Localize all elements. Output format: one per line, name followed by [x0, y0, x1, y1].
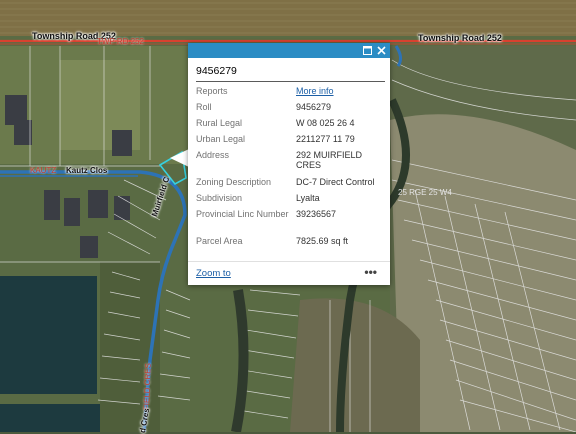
popup-titlebar	[188, 43, 390, 58]
popup-pointer	[170, 149, 189, 167]
attr-value-urban-legal: 2211277 11 79	[296, 134, 355, 144]
table-row: Urban Legal 2211277 11 79	[196, 134, 386, 150]
maximize-icon[interactable]	[361, 44, 374, 57]
storm-pond	[0, 276, 97, 394]
twp-rd-overlay-label: TWP RD 252	[97, 37, 144, 46]
table-row: Rural Legal W 08 025 26 4	[196, 118, 386, 134]
popup-title: 9456279	[196, 65, 237, 77]
attr-label-address: Address	[196, 150, 230, 160]
attr-label-reports: Reports	[196, 86, 228, 96]
attr-value-roll: 9456279	[296, 102, 332, 112]
attr-value-subdivision: Lyalta	[296, 193, 320, 203]
attr-value-linc: 39236567	[296, 209, 337, 219]
more-actions-icon[interactable]: •••	[364, 265, 377, 279]
township-road-label-right: Township Road 252	[418, 33, 502, 43]
attr-value-address: 292 MUIRFIELD CRES	[296, 150, 363, 170]
table-row: Zoning Description DC-7 Direct Control	[196, 177, 386, 193]
table-row: Reports More info	[196, 86, 386, 102]
zoom-to-link[interactable]: Zoom to	[196, 268, 231, 279]
attr-label-rural-legal: Rural Legal	[196, 118, 243, 128]
attr-label-zoning: Zoning Description	[196, 177, 272, 187]
table-row: Roll 9456279	[196, 102, 386, 118]
attr-label-linc: Provincial Linc Number	[196, 209, 289, 219]
attr-label-roll: Roll	[196, 102, 212, 112]
kautz-red-label: KAUTZ	[30, 166, 57, 175]
attr-value-rural-legal: W 08 025 26 4	[296, 118, 355, 128]
table-row: Subdivision Lyalta	[196, 193, 386, 209]
feature-popup: 9456279 Reports More info Roll 9456279 R…	[188, 43, 390, 285]
storm-pond-2	[0, 404, 100, 432]
rge-label: 25 RGE 25 W4	[398, 188, 452, 197]
table-row: Provincial Linc Number 39236567	[196, 209, 386, 236]
close-icon[interactable]	[375, 44, 388, 57]
popup-footer-divider	[188, 261, 390, 262]
popup-title-divider	[196, 81, 385, 82]
attr-label-subdivision: Subdivision	[196, 193, 243, 203]
table-row: Address 292 MUIRFIELD CRES	[196, 150, 386, 177]
attr-value-zoning: DC-7 Direct Control	[296, 177, 375, 187]
kautz-clos-label: Kautz Clos	[66, 166, 108, 175]
attr-label-urban-legal: Urban Legal	[196, 134, 246, 144]
attr-label-parcel-area: Parcel Area	[196, 236, 243, 246]
attribute-table: Reports More info Roll 9456279 Rural Leg…	[196, 86, 386, 252]
more-info-link[interactable]: More info	[296, 86, 334, 96]
table-row: Parcel Area 7825.69 sq ft	[196, 236, 386, 252]
muirfield-red-label: FIELD CRES	[142, 362, 153, 411]
attr-value-parcel-area: 7825.69 sq ft	[296, 236, 349, 246]
